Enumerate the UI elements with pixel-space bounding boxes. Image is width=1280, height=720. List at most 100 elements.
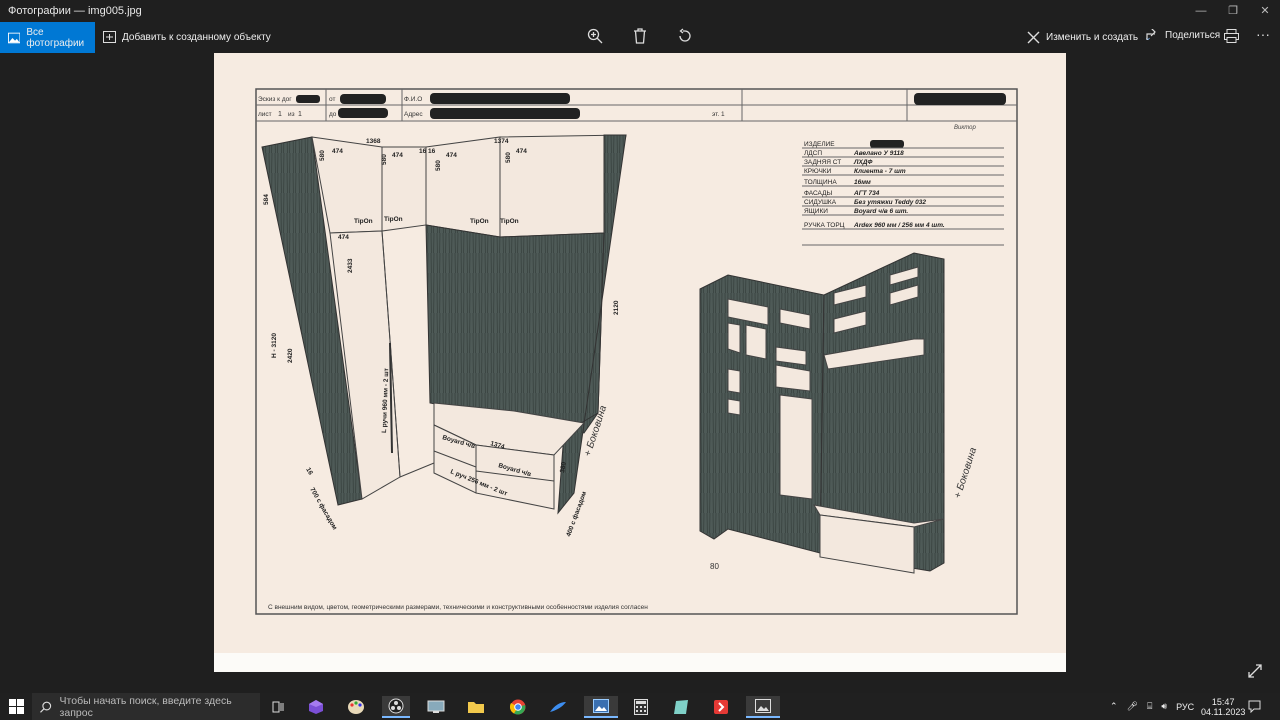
dim-w2: 1374 xyxy=(494,138,509,145)
dim-h3120: Н - 3120 xyxy=(271,333,278,358)
header-from: от xyxy=(329,96,335,103)
language-indicator[interactable]: РУС xyxy=(1176,702,1194,712)
header-tel: эт. 1 xyxy=(712,111,725,118)
fullscreen-icon[interactable] xyxy=(1248,664,1262,678)
delete-icon[interactable] xyxy=(633,28,647,44)
share-icon xyxy=(1146,29,1156,40)
minimize-button[interactable]: — xyxy=(1186,0,1216,22)
photos-icon xyxy=(8,32,21,43)
spec-value: Клиента - 7 шт xyxy=(854,168,906,175)
dim-h584: 584 xyxy=(263,194,270,205)
restore-button[interactable]: ❐ xyxy=(1218,0,1248,22)
dim-d2: 474 xyxy=(392,152,403,159)
share-button[interactable]: Поделиться xyxy=(1146,29,1220,41)
rotate-icon[interactable] xyxy=(677,28,693,44)
spec-label: ЗАДНЯЯ СТ xyxy=(804,159,841,166)
search-box[interactable]: Чтобы начать поиск, введите здесь запрос xyxy=(32,693,260,720)
microphone-icon[interactable]: 🎤︎ xyxy=(1127,701,1138,712)
spec-value: 16мм xyxy=(854,179,871,186)
spec-rows: ИЗДЕЛИЕ ЛДСП Авелано У 9118 ЗАДНЯЯ СТ ЛХДФ КР… xyxy=(804,141,945,229)
spec-value: Boyard ч/в 6 шт. xyxy=(854,208,908,215)
spec-value: АГТ 734 xyxy=(853,190,880,197)
folder-icon[interactable] xyxy=(462,696,490,718)
header-sheet-num: 1 xyxy=(278,111,282,118)
print-icon[interactable] xyxy=(1224,29,1239,43)
anydesk-icon[interactable] xyxy=(707,696,735,718)
dim-d3: 474 xyxy=(446,152,457,159)
spec-label: СИДУШКА xyxy=(804,199,837,206)
header-address: Адрес xyxy=(404,111,423,118)
header-escape: Эскиз к дог xyxy=(258,96,292,103)
remote-icon[interactable] xyxy=(422,696,450,718)
spec-value: Без утяжки Teddy 032 xyxy=(854,199,926,206)
header-author: Виктор xyxy=(954,125,977,131)
footer-note: С внешним видом, цветом, геометрическими… xyxy=(268,603,648,611)
network-icon[interactable]: ⌸ xyxy=(1147,701,1152,712)
header-sheet: лист xyxy=(258,111,272,118)
all-photos-button[interactable]: Все фотографии xyxy=(0,22,95,53)
task-view-icon[interactable] xyxy=(264,696,292,718)
photo: Эскиз к дог от Ф.И.О лист 1 из 1 до Адре… xyxy=(214,53,1066,672)
dim-h580a: 580 xyxy=(319,150,326,161)
spec-label: ТОЛЩИНА xyxy=(804,179,837,186)
dim-d5: 474 xyxy=(338,234,349,241)
notifications-icon[interactable] xyxy=(1248,700,1261,713)
tipon-4: TipOn xyxy=(500,218,519,225)
notepad-icon[interactable] xyxy=(667,696,695,718)
close-button[interactable]: ✕ xyxy=(1250,0,1280,22)
dim-s16: 16 xyxy=(304,467,314,477)
dim-s80: 80 xyxy=(710,562,719,571)
edit-create-button[interactable]: Изменить и создать ⌄ xyxy=(1027,31,1152,44)
feather-icon[interactable] xyxy=(544,696,572,718)
edit-create-label: Изменить и создать xyxy=(1046,32,1139,43)
paint-icon[interactable] xyxy=(342,696,370,718)
image-viewer-icon[interactable] xyxy=(746,696,780,718)
header-do: до xyxy=(329,111,337,118)
search-icon xyxy=(40,701,52,713)
share-label: Поделиться xyxy=(1165,29,1221,41)
add-icon xyxy=(103,31,116,43)
tipon-3: TipOn xyxy=(470,218,489,225)
chevron-up-icon[interactable]: ⌃ xyxy=(1110,701,1118,712)
add-to-object-button[interactable]: Добавить к созданному объекту xyxy=(103,31,271,43)
chrome-icon[interactable] xyxy=(504,696,532,718)
dim-h2420: 2420 xyxy=(287,348,294,363)
bokovina-note-2: + Боковина xyxy=(952,446,979,500)
taskbar: Чтобы начать поиск, введите здесь запрос… xyxy=(0,693,1280,720)
spec-label: ИЗДЕЛИЕ xyxy=(804,141,835,148)
edit-icon xyxy=(1027,31,1040,44)
zoom-icon[interactable] xyxy=(587,28,603,44)
cube-app-icon[interactable] xyxy=(302,696,330,718)
dim-h1616: 16 16 xyxy=(419,148,436,155)
dim-h2120: 2120 xyxy=(613,300,620,315)
left-note: 700 с фасадом xyxy=(308,487,338,532)
dim-h580c: 580 xyxy=(435,160,442,171)
header-sheet-total: 1 xyxy=(298,111,302,118)
spec-value: Ardex 960 мм / 256 мм 4 шт. xyxy=(853,222,945,229)
tipon-2: TipOn xyxy=(384,216,403,223)
dim-w1: 1368 xyxy=(366,138,381,145)
calculator-icon[interactable] xyxy=(627,696,655,718)
spec-value: Авелано У 9118 xyxy=(853,150,904,157)
clock-date: 04.11.2023 xyxy=(1201,706,1246,717)
spec-label: ЯЩИКИ xyxy=(804,208,828,215)
dim-d1: 474 xyxy=(332,148,343,155)
dim-d4: 474 xyxy=(516,148,527,155)
window-title: Фотографии — img005.jpg xyxy=(8,5,142,17)
spec-label: ЛДСП xyxy=(804,150,822,157)
header-fio: Ф.И.О xyxy=(404,96,422,103)
toolbar: Все фотографии Добавить к созданному объ… xyxy=(0,22,1280,53)
more-icon[interactable]: ··· xyxy=(1256,26,1270,42)
clock-time: 15:47 xyxy=(1211,696,1235,707)
drawing: Эскиз к дог от Ф.И.О лист 1 из 1 до Адре… xyxy=(214,88,1066,672)
add-to-object-label: Добавить к созданному объекту xyxy=(122,31,271,43)
spec-label: КРЮЧКИ xyxy=(804,168,832,175)
obs-icon[interactable] xyxy=(382,696,410,718)
dim-h580b: 580 xyxy=(381,154,388,165)
start-icon[interactable] xyxy=(9,699,24,714)
header-of: из xyxy=(288,111,295,118)
volume-icon[interactable]: 🔊︎ xyxy=(1161,701,1167,712)
clock[interactable]: 15:47 04.11.2023 xyxy=(1201,693,1245,720)
dim-h580d: 580 xyxy=(505,152,512,163)
photos-app-icon[interactable] xyxy=(584,696,618,718)
